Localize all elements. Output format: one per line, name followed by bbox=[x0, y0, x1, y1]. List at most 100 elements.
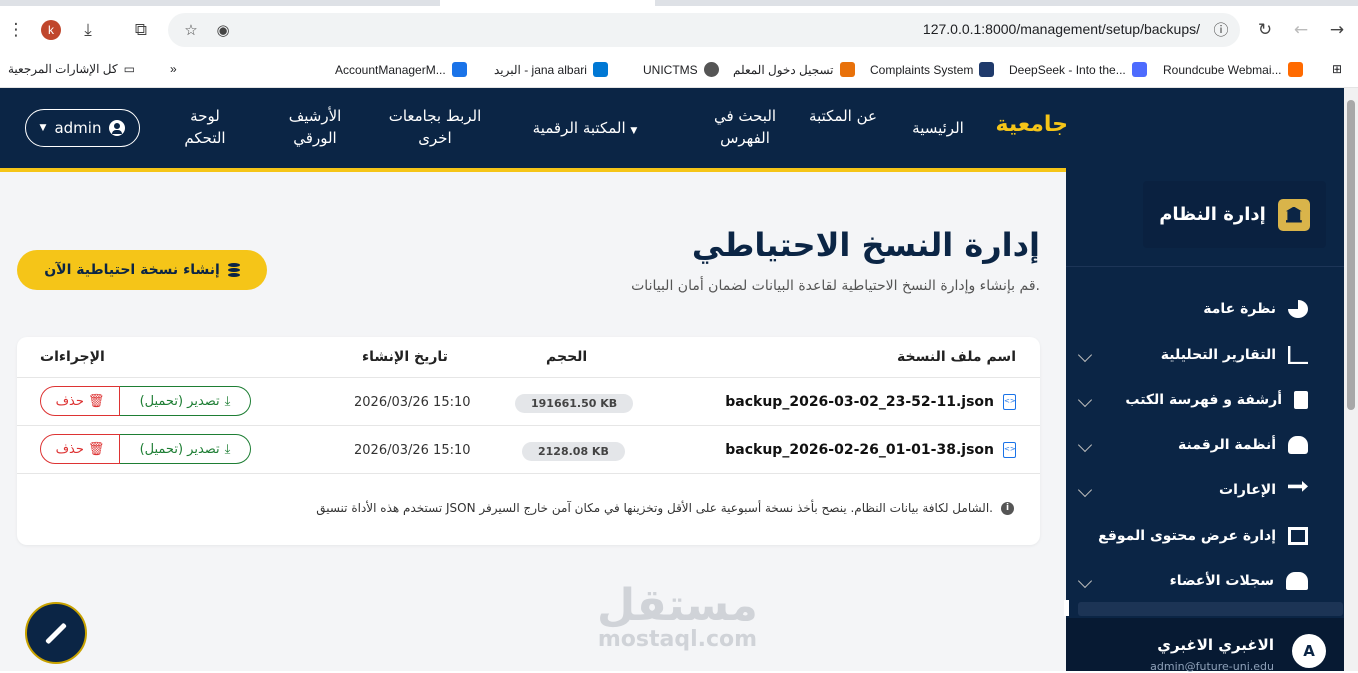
sidebar-item-cataloging[interactable]: أرشفة و فهرسة الكتب bbox=[1125, 391, 1308, 409]
caret-down-icon: ▼ bbox=[39, 123, 47, 133]
main-content: إدارة النسخ الاحتياطي قم بإنشاء وإدارة ا… bbox=[0, 172, 1066, 671]
chevron-down-icon[interactable] bbox=[1077, 392, 1093, 408]
divider bbox=[17, 425, 1040, 426]
outlook-icon bbox=[592, 62, 608, 77]
watermark-logo: مستقل mostaql.com bbox=[597, 580, 758, 652]
sidebar-item-label: إدارة عرض محتوى الموقع bbox=[1098, 528, 1276, 544]
bookmark-item[interactable]: AccountManagerM... bbox=[335, 62, 467, 77]
row-actions: حذف 🗑 تصدير (تحميل) ⤓ bbox=[40, 434, 251, 464]
note-text: تستخدم هذه الأداة تنسيق JSON الشامل لكاف… bbox=[316, 501, 993, 515]
code-file-icon: <> bbox=[1003, 442, 1016, 458]
deepseek-icon bbox=[1131, 62, 1147, 77]
user-avatar[interactable]: A bbox=[1292, 634, 1326, 668]
col-header-name: اسم ملف النسخة bbox=[897, 349, 1016, 365]
sidebar-active-item[interactable] bbox=[1078, 602, 1343, 616]
tab-strip bbox=[0, 0, 1358, 6]
extensions-icon[interactable]: ⧉ bbox=[129, 18, 153, 42]
nav-home[interactable]: الرئيسية bbox=[905, 117, 971, 139]
book-plus-icon bbox=[1294, 391, 1308, 409]
sidebar-item-site-content[interactable]: إدارة عرض محتوى الموقع bbox=[1098, 527, 1308, 545]
sidebar-item-label: أرشفة و فهرسة الكتب bbox=[1125, 392, 1282, 408]
delete-button[interactable]: حذف 🗑 bbox=[40, 386, 120, 416]
profile-avatar[interactable]: k bbox=[41, 20, 61, 40]
sidebar-left-marker bbox=[1064, 600, 1069, 616]
nav-catalog-search[interactable]: البحث في الفهرس bbox=[700, 105, 790, 149]
nav-other-universities[interactable]: الربط بجامعات اخرى bbox=[380, 105, 490, 149]
url-text[interactable]: 127.0.0.1:8000/management/setup/backups/ bbox=[923, 21, 1200, 37]
sidebar-item-reports[interactable]: التقارير التحليلية bbox=[1161, 346, 1308, 364]
chevron-down-icon[interactable] bbox=[1077, 347, 1093, 363]
delete-button[interactable]: حذف 🗑 bbox=[40, 434, 120, 464]
sidebar-divider bbox=[1066, 266, 1344, 267]
created-date: 2026/03/26 15:10 bbox=[354, 443, 471, 458]
sidebar-user-panel[interactable]: الاغبري الاغبري admin@future-uni.edu A bbox=[1066, 618, 1344, 673]
star-icon[interactable]: ☆ bbox=[180, 19, 202, 41]
download-icon[interactable]: ⤓ bbox=[76, 18, 100, 42]
nav-paper-archive[interactable]: الأرشيف الورقي bbox=[275, 105, 355, 149]
user-icon bbox=[109, 120, 126, 136]
bookmark-item[interactable]: Roundcube Webmai... bbox=[1163, 62, 1303, 77]
export-button[interactable]: تصدير (تحميل) ⤓ bbox=[120, 434, 251, 464]
nav-digital-library[interactable]: المكتبة الرقمية ▼ bbox=[520, 117, 650, 142]
create-backup-button[interactable]: إنشاء نسخة احتياطية الآن bbox=[17, 250, 267, 290]
back-icon[interactable]: ← bbox=[1289, 18, 1313, 42]
export-label: تصدير (تحميل) bbox=[139, 393, 220, 409]
menu-dots-icon[interactable]: ⋮ bbox=[4, 18, 28, 42]
sidebar-item-label: أنظمة الرقمنة bbox=[1178, 437, 1276, 453]
bookmark-label: Roundcube Webmai... bbox=[1163, 62, 1282, 77]
row-actions: حذف 🗑 تصدير (تحميل) ⤓ bbox=[40, 386, 251, 416]
sidebar-item-digitization[interactable]: أنظمة الرقمنة bbox=[1178, 436, 1308, 454]
created-date: 2026/03/26 15:10 bbox=[354, 395, 471, 410]
size-badge: 191661.50 KB bbox=[515, 394, 634, 413]
page-title: إدارة النسخ الاحتياطي bbox=[691, 226, 1040, 264]
bookmarks-overflow-icon[interactable]: » bbox=[170, 62, 177, 76]
bookmark-item[interactable]: DeepSeek - Into the... bbox=[1009, 62, 1147, 77]
admin-menu-button[interactable]: ▼ admin bbox=[25, 109, 140, 147]
apps-grid-icon[interactable]: ⊞ bbox=[1332, 62, 1342, 76]
chevron-down-icon[interactable] bbox=[1077, 482, 1093, 498]
sidebar-item-label: سجلات الأعضاء bbox=[1169, 573, 1274, 589]
admin-label: admin bbox=[54, 119, 102, 137]
sidebar-item-overview[interactable]: نظرة عامة bbox=[1203, 300, 1308, 318]
delete-label: حذف bbox=[55, 393, 84, 409]
edit-fab-button[interactable] bbox=[25, 602, 87, 664]
sidebar-item-loans[interactable]: الإعارات bbox=[1219, 481, 1308, 499]
layout-icon bbox=[1288, 527, 1308, 545]
grid-icon bbox=[451, 62, 467, 77]
cpanel-icon bbox=[1287, 62, 1303, 77]
bookmark-label: Complaints System bbox=[870, 62, 974, 77]
address-bar[interactable]: ☆ ◉ 127.0.0.1:8000/management/setup/back… bbox=[168, 13, 1240, 47]
database-icon bbox=[227, 263, 240, 277]
reload-icon[interactable]: ↻ bbox=[1253, 18, 1277, 42]
divider bbox=[17, 473, 1040, 474]
all-bookmarks-label: كل الإشارات المرجعية bbox=[8, 62, 118, 76]
globe-icon bbox=[703, 62, 719, 77]
sidebar-title-box[interactable]: إدارة النظام bbox=[1143, 181, 1326, 248]
shield-icon bbox=[979, 62, 995, 77]
all-bookmarks[interactable]: كل الإشارات المرجعية ▭ bbox=[8, 62, 135, 76]
bookmark-item[interactable]: البريد - jana albari bbox=[494, 62, 608, 77]
scrollbar-thumb[interactable] bbox=[1347, 100, 1355, 410]
bookmark-item[interactable]: UNICTMS bbox=[643, 62, 719, 77]
download-icon: ⤓ bbox=[224, 441, 231, 457]
site-brand[interactable]: جامعية bbox=[996, 112, 1068, 137]
sidebar-item-members[interactable]: سجلات الأعضاء bbox=[1170, 572, 1308, 590]
pencil-icon bbox=[45, 622, 67, 644]
chevron-down-icon[interactable] bbox=[1077, 437, 1093, 453]
size-badge: 2128.08 KB bbox=[522, 442, 625, 461]
forward-icon[interactable]: → bbox=[1325, 18, 1349, 42]
bookmark-item[interactable]: Complaints System bbox=[870, 62, 995, 77]
chevron-down-icon[interactable] bbox=[1077, 573, 1093, 589]
eye-icon[interactable]: ◉ bbox=[212, 19, 234, 41]
page-scrollbar[interactable] bbox=[1344, 88, 1358, 671]
nav-about[interactable]: عن المكتبة bbox=[808, 105, 878, 127]
institution-icon bbox=[1277, 198, 1310, 231]
bookmark-label: DeepSeek - Into the... bbox=[1009, 62, 1126, 77]
cloud-upload-icon bbox=[1288, 436, 1308, 454]
export-button[interactable]: تصدير (تحميل) ⤓ bbox=[120, 386, 251, 416]
backup-filename: backup_2026-03-02_23-52-11.json bbox=[725, 394, 994, 410]
trash-icon: 🗑 bbox=[87, 393, 105, 409]
nav-dashboard[interactable]: لوحة التحكم bbox=[170, 105, 240, 149]
site-info-icon[interactable]: ⓘ bbox=[1210, 19, 1232, 41]
bookmark-item[interactable]: تسجيل دخول المعلم bbox=[733, 62, 855, 77]
